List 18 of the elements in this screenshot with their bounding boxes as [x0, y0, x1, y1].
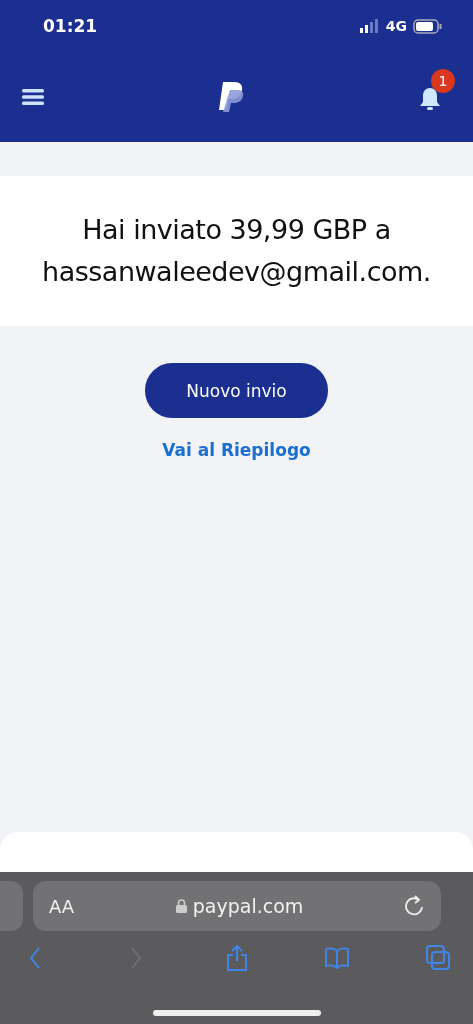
lock-icon [175, 899, 187, 913]
tabs-icon[interactable] [425, 943, 451, 973]
confirmation-message: Hai inviato 39,99 GBP a hassanwaleedev@gmail.com. [41, 213, 432, 289]
status-time: 01:21 [43, 16, 98, 36]
address-bar[interactable]: AA paypal.com [33, 881, 441, 931]
network-label: 4G [385, 18, 407, 34]
previous-tab-stub[interactable] [0, 881, 23, 931]
reload-icon[interactable] [405, 895, 425, 917]
text-size-button[interactable]: AA [49, 895, 75, 917]
menu-icon[interactable] [22, 89, 44, 105]
logo-icon [217, 82, 246, 112]
notification-badge: 1 [431, 69, 455, 93]
new-send-button[interactable]: Nuovo invio [145, 363, 328, 418]
bell-icon[interactable] [419, 87, 441, 111]
url-text: paypal.com [192, 895, 304, 917]
signal-icon [359, 19, 380, 33]
battery-icon [413, 18, 443, 34]
summary-link[interactable]: Vai al Riepilogo [162, 440, 311, 460]
